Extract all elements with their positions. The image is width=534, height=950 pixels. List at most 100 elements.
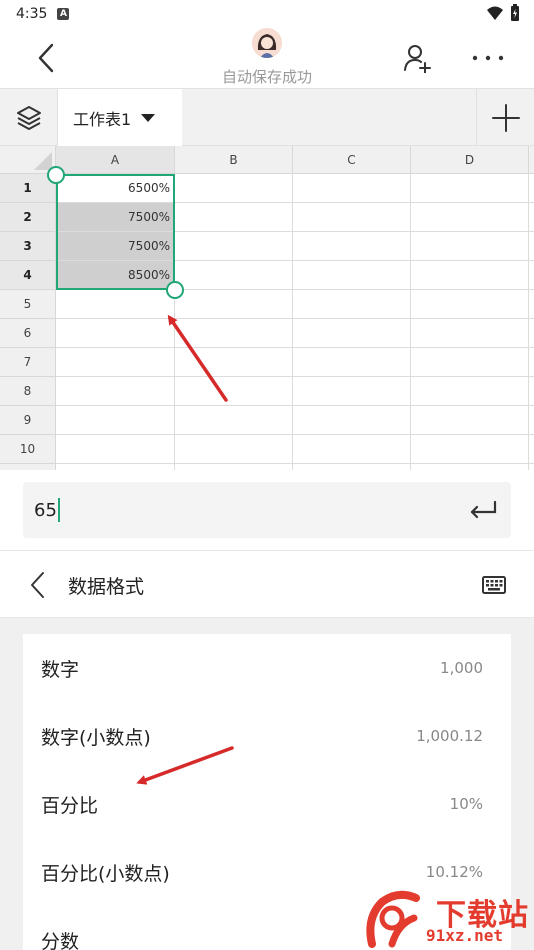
- data-format-panel-header: 数据格式: [0, 550, 534, 618]
- format-item-number-decimal[interactable]: 数字(小数点) 1,000.12: [23, 702, 511, 770]
- row-header-8[interactable]: 8: [0, 377, 56, 406]
- grid-cell[interactable]: [293, 174, 411, 203]
- grid-cell[interactable]: [411, 290, 529, 319]
- grid-cell[interactable]: [411, 174, 529, 203]
- grid-cell[interactable]: [56, 348, 175, 377]
- row-header-6[interactable]: 6: [0, 319, 56, 348]
- formula-bar: 65: [0, 470, 534, 550]
- spreadsheet-grid[interactable]: A B C D 1 2 3 4 5 6 7 8 9 10 6500% 7500%…: [0, 146, 534, 470]
- grid-cell[interactable]: [56, 435, 175, 464]
- watermark-logo-icon: [366, 890, 420, 948]
- grid-cell[interactable]: [175, 261, 293, 290]
- grid-cell[interactable]: [411, 232, 529, 261]
- grid-cell[interactable]: [293, 290, 411, 319]
- format-item-label: 百分比(小数点): [41, 862, 170, 885]
- plus-icon: [491, 103, 520, 132]
- keyboard-toggle-button[interactable]: [480, 571, 508, 599]
- column-header-a[interactable]: A: [56, 146, 175, 174]
- row-header-7[interactable]: 7: [0, 348, 56, 377]
- grid-cell[interactable]: [411, 319, 529, 348]
- grid-cell[interactable]: [529, 319, 534, 348]
- grid-cell[interactable]: [56, 377, 175, 406]
- grid-cell[interactable]: [293, 319, 411, 348]
- grid-cell[interactable]: [175, 174, 293, 203]
- grid-cell[interactable]: [56, 290, 175, 319]
- grid-cell[interactable]: [293, 261, 411, 290]
- format-item-number[interactable]: 数字 1,000: [23, 634, 511, 702]
- more-dots-icon: [472, 55, 504, 61]
- grid-cell[interactable]: [175, 348, 293, 377]
- grid-cell[interactable]: [293, 348, 411, 377]
- grid-cell[interactable]: [175, 203, 293, 232]
- grid-cell[interactable]: [175, 435, 293, 464]
- grid-cell[interactable]: [293, 435, 411, 464]
- add-sheet-button[interactable]: [476, 89, 534, 146]
- grid-cell[interactable]: [529, 174, 534, 203]
- more-button[interactable]: [466, 38, 510, 78]
- format-item-percent[interactable]: 百分比 10%: [23, 770, 511, 838]
- row-header-9[interactable]: 9: [0, 406, 56, 435]
- wifi-icon: [487, 6, 503, 20]
- grid-cell[interactable]: [175, 319, 293, 348]
- column-header-d[interactable]: D: [411, 146, 529, 174]
- cell-a2[interactable]: 7500%: [56, 203, 175, 232]
- text-cursor: [57, 498, 60, 522]
- grid-cell[interactable]: [56, 319, 175, 348]
- enter-button[interactable]: [465, 492, 501, 528]
- row-header-10[interactable]: 10: [0, 435, 56, 464]
- save-status-text: 自动保存成功: [221, 68, 312, 86]
- tab-sheet1[interactable]: 工作表1: [58, 89, 182, 146]
- avatar-girl-icon: [252, 28, 282, 58]
- grid-cell[interactable]: [411, 348, 529, 377]
- row-header-4[interactable]: 4: [0, 261, 56, 290]
- grid-cell[interactable]: [411, 377, 529, 406]
- row-header-2[interactable]: 2: [0, 203, 56, 232]
- grid-cell[interactable]: [175, 290, 293, 319]
- grid-cell[interactable]: [293, 232, 411, 261]
- format-item-sample: 10%: [449, 795, 483, 813]
- grid-cell[interactable]: [411, 261, 529, 290]
- sheet-tab-bar: 工作表1: [0, 88, 534, 146]
- row-header-3[interactable]: 3: [0, 232, 56, 261]
- grid-cell[interactable]: [529, 290, 534, 319]
- add-collaborator-button[interactable]: [398, 38, 438, 78]
- grid-cell[interactable]: [411, 406, 529, 435]
- layers-icon: [16, 105, 41, 130]
- column-header-b[interactable]: B: [175, 146, 293, 174]
- row-header-5[interactable]: 5: [0, 290, 56, 319]
- grid-cell[interactable]: [56, 406, 175, 435]
- selection-end-handle[interactable]: [166, 281, 184, 299]
- grid-cell[interactable]: [293, 203, 411, 232]
- format-item-label: 百分比: [41, 794, 99, 817]
- grid-cell[interactable]: [411, 203, 529, 232]
- grid-cell[interactable]: [529, 406, 534, 435]
- watermark: 下载站 91xz.net: [362, 888, 532, 948]
- grid-cell[interactable]: [529, 377, 534, 406]
- grid-cell[interactable]: [529, 435, 534, 464]
- panel-back-button[interactable]: [22, 567, 52, 603]
- grid-cell[interactable]: [529, 203, 534, 232]
- grid-cell[interactable]: [529, 232, 534, 261]
- grid-cell[interactable]: [175, 377, 293, 406]
- grid-cell[interactable]: [175, 406, 293, 435]
- caret-down-icon: [141, 113, 156, 122]
- grid-cell[interactable]: [293, 377, 411, 406]
- selection-start-handle[interactable]: [47, 166, 65, 184]
- watermark-url: 91xz.net: [426, 926, 504, 945]
- formula-input[interactable]: 65: [23, 482, 511, 538]
- grid-cell[interactable]: [529, 348, 534, 377]
- format-item-label: 分数: [41, 930, 80, 950]
- grid-cell[interactable]: [529, 261, 534, 290]
- battery-icon: [511, 4, 519, 21]
- cell-a1[interactable]: 6500%: [56, 174, 175, 203]
- avatar[interactable]: [252, 28, 282, 58]
- column-header-c[interactable]: C: [293, 146, 411, 174]
- grid-cell[interactable]: [293, 406, 411, 435]
- cell-a3[interactable]: 7500%: [56, 232, 175, 261]
- cell-a4[interactable]: 8500%: [56, 261, 175, 290]
- grid-cell[interactable]: [411, 435, 529, 464]
- grid-cell[interactable]: [175, 232, 293, 261]
- column-header-e[interactable]: [529, 146, 534, 174]
- sheet-list-button[interactable]: [0, 89, 58, 146]
- format-item-sample: 1,000: [440, 659, 483, 677]
